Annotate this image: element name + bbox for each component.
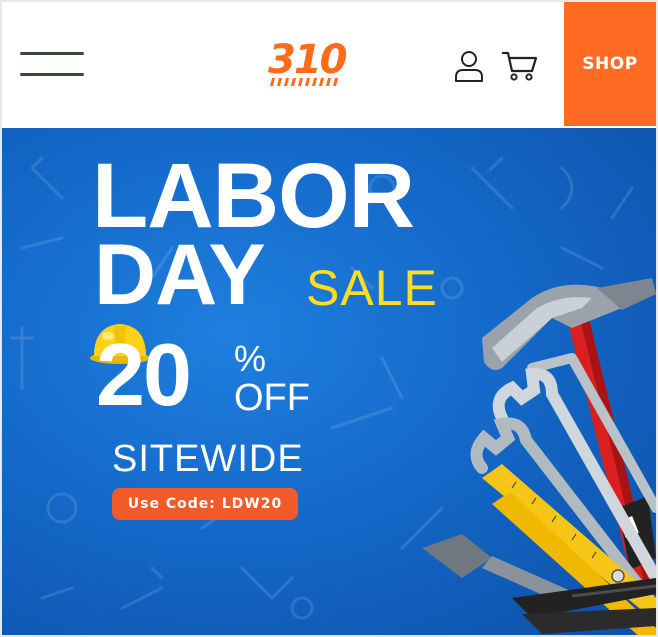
tools-illustration [422,278,656,635]
menu-bar [20,52,84,55]
page-frame: 310 SHOP LABOR DAY SALE 20 % OFF SITEWID… [0,0,658,637]
pliers-icon [422,534,656,634]
labor-day-sale-banner[interactable]: LABOR DAY SALE 20 % OFF SITEWIDE Use Cod… [2,128,656,635]
discount-number: 20 [96,325,192,424]
hamburger-menu-icon[interactable] [20,52,84,78]
percent-sign: % [234,338,267,379]
logo-stripes-icon [270,78,338,86]
headline-sale: SALE [306,260,438,316]
sitewide-label: SITEWIDE [112,438,304,480]
headline-day: DAY [94,227,266,323]
user-icon[interactable] [454,50,484,82]
cart-icon[interactable] [502,50,538,82]
off-label: OFF [234,377,310,419]
site-header: 310 SHOP [2,2,656,126]
promo-code-badge[interactable]: Use Code: LDW20 [112,488,298,520]
logo-wordmark: 310 [268,37,347,83]
menu-bar [20,73,84,76]
brand-logo[interactable]: 310 [268,38,348,94]
shop-button[interactable]: SHOP [564,2,656,126]
